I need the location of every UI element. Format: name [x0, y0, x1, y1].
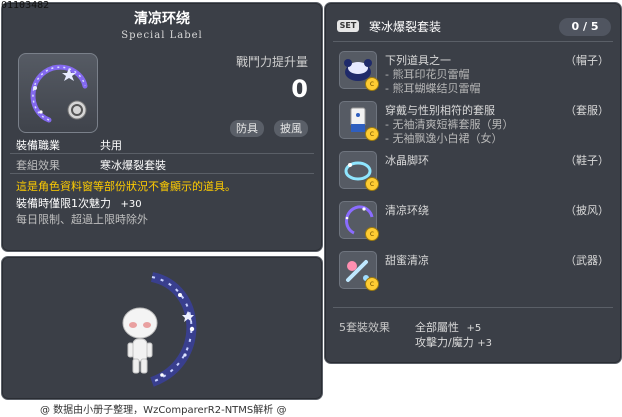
character-preview [122, 272, 197, 387]
warning-text: 這是角色資料窗等部份狀況不會顯示的道具。 [16, 180, 236, 193]
equip-bonus-value: +30 [120, 199, 142, 210]
item-icon-box [18, 53, 98, 133]
coin-icon: c [365, 127, 379, 141]
character-body [122, 307, 158, 374]
coin-icon: c [365, 177, 379, 191]
item-tooltip-panel: 清凉环绕 Special Label 戰鬥力提升量 0 防具 披風 裝備職業 共… [1, 2, 323, 252]
set-label: 套組效果 [16, 159, 60, 172]
image-id-label: 01103482 [1, 0, 50, 11]
set-badge: SET [337, 20, 359, 32]
equip-bonus-label: 裝備時僅限1次魅力 [16, 197, 111, 210]
anklet-icon: c [339, 151, 379, 191]
set-effect-row: 套組效果 寒冰爆裂套裝 [16, 157, 166, 173]
set-item-name: 甜蜜清凉 [385, 254, 429, 267]
set-item-option: - 无袖飘逸小白裙（女） [385, 132, 503, 145]
set-count: 0 / 5 [559, 18, 611, 36]
coin-icon: c [365, 77, 379, 91]
equip-bonus-row: 裝備時僅限1次魅力 +30 [16, 195, 142, 211]
set-item-option: - 熊耳蝴蝶结贝雷帽 [385, 82, 481, 95]
coin-icon: c [365, 227, 379, 241]
job-label: 裝備職業 [16, 139, 60, 152]
coin-icon: c [365, 277, 379, 291]
job-value: 共用 [100, 139, 122, 152]
set-effect-value: +3 [477, 338, 492, 349]
set-name: 寒冰爆裂套装 [369, 20, 442, 34]
set-effect-line: 全部屬性 +5 [415, 319, 481, 335]
set-item-name: 冰晶脚环 [385, 154, 429, 167]
weapon-icon: c [339, 251, 379, 291]
set-item: c 下列道具之一 - 熊耳印花贝雷帽 - 熊耳蝴蝶结贝雷帽 （帽子） [335, 49, 615, 95]
cape-ring-effect [150, 272, 197, 387]
power-value: 0 [291, 75, 308, 103]
set-item-category: （鞋子） [565, 154, 609, 167]
job-row: 裝備職業 共用 [16, 137, 122, 153]
set-info-panel: SET 寒冰爆裂套装 0 / 5 c 下列道具之一 - 熊耳印花贝雷帽 - 熊耳… [324, 2, 622, 364]
set-item-category: （武器） [565, 254, 609, 267]
set-item-category: （套服） [565, 104, 609, 117]
divider [10, 153, 314, 154]
limit-note: 每日限制、超過上限時除外 [16, 213, 148, 226]
set-item: c 冰晶脚环 （鞋子） [335, 149, 615, 193]
beret-icon: c [339, 51, 379, 91]
tag-armor: 防具 [230, 120, 264, 137]
divider [333, 41, 613, 42]
set-value: 寒冰爆裂套裝 [100, 159, 166, 172]
power-label: 戰鬥力提升量 [235, 55, 308, 69]
set-effect-label: 5套裝效果 [339, 321, 390, 334]
set-item-category: （帽子） [565, 54, 609, 67]
set-effect-name: 攻擊力/魔力 [415, 336, 474, 349]
tag-cape: 披風 [274, 120, 308, 137]
set-item-name: 清凉环绕 [385, 204, 429, 217]
divider [333, 307, 613, 308]
set-item: c 清凉环绕 （披风） [335, 199, 615, 243]
divider [10, 173, 314, 174]
set-effect-line: 攻擊力/魔力 +3 [415, 334, 492, 350]
footer-credit: @ 数据由小册子整理，WzComparerR2-NTMS解析 @ [40, 405, 287, 416]
cape-ring-icon: c [339, 201, 379, 241]
outfit-icon: c [339, 101, 379, 141]
item-title: 清凉环绕 [134, 11, 190, 27]
set-item-category: （披风） [565, 204, 609, 217]
item-subtitle: Special Label [121, 30, 203, 41]
set-item: c 甜蜜清凉 （武器） [335, 249, 615, 293]
character-preview-panel [1, 256, 323, 400]
set-effect-name: 全部屬性 [415, 321, 459, 334]
cape-ring-icon [30, 64, 88, 123]
set-effect-value: +5 [466, 323, 482, 334]
set-item: c 穿戴与性别相符的套服 - 无袖清爽短裤套服（男） - 无袖飘逸小白裙（女） … [335, 99, 615, 145]
